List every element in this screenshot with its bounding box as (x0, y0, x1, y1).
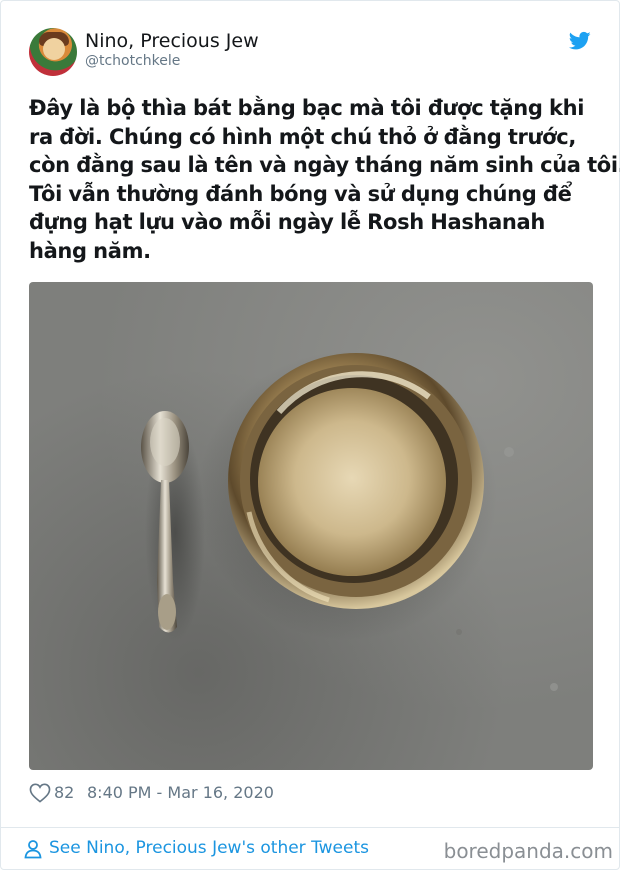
author-handle[interactable]: @tchotchkele (85, 53, 180, 69)
tweet-timestamp[interactable]: 8:40 PM - Mar 16, 2020 (87, 783, 274, 802)
tweet-text: Đây là bộ thìa bát bằng bạc mà tôi được … (29, 94, 620, 265)
tweet-footer: See Nino, Precious Jew's other Tweets bo… (23, 837, 613, 863)
tweet-header: Nino, Precious Jew @tchotchkele (29, 28, 593, 80)
silver-spoon-and-bowl-image (141, 351, 558, 691)
other-tweets-link[interactable]: See Nino, Precious Jew's other Tweets (49, 838, 369, 858)
person-icon[interactable] (23, 839, 43, 859)
tweet-text-line: hàng năm. (29, 238, 151, 263)
twitter-bird-icon[interactable] (569, 31, 591, 51)
tweet-card: Nino, Precious Jew @tchotchkele Đây là b… (0, 0, 620, 870)
tweet-photo[interactable] (29, 282, 593, 770)
boredpanda-watermark: boredpanda.com (443, 839, 613, 863)
divider (1, 827, 620, 828)
heart-icon[interactable] (29, 783, 51, 803)
tweet-text-line: còn đằng sau là tên và ngày tháng năm si… (29, 153, 620, 177)
author-name[interactable]: Nino, Precious Jew (85, 30, 259, 52)
avatar[interactable] (29, 28, 77, 76)
tweet-text-line: đựng hạt lựu vào mỗi ngày lễ Rosh Hashan… (29, 210, 545, 234)
tweet-text-line: Đây là bộ thìa bát bằng bạc mà tôi được … (29, 96, 585, 120)
tweet-text-line: ra đời. Chúng có hình một chú thỏ ở đằng… (29, 124, 576, 149)
tweet-meta: 82 8:40 PM - Mar 16, 2020 (29, 781, 593, 805)
tweet-text-line: Tôi vẫn thường đánh bóng và sử dụng chún… (29, 181, 572, 206)
like-count[interactable]: 82 (54, 783, 74, 802)
